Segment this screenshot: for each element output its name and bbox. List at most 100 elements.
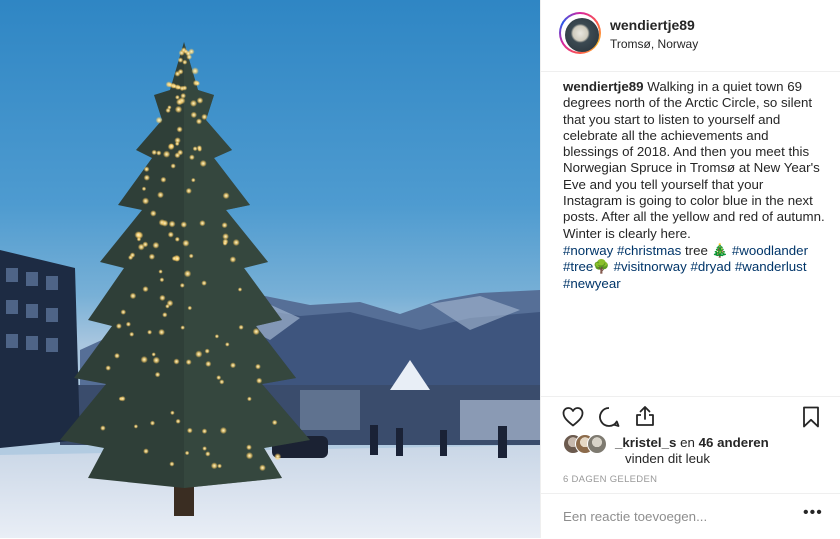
- fairy-light: [149, 420, 156, 426]
- fairy-light: [221, 222, 228, 229]
- fairy-light: [100, 425, 106, 431]
- fairy-light: [217, 463, 223, 469]
- fairy-light: [232, 238, 240, 247]
- post-side-panel: wendiertje89 Tromsø, Norway wendiertje89…: [540, 0, 840, 538]
- caption-username[interactable]: wendiertje89: [563, 79, 644, 94]
- fairy-light: [229, 256, 237, 263]
- fairy-light: [195, 350, 203, 358]
- avatar[interactable]: [559, 12, 601, 54]
- fairy-light: [143, 448, 149, 455]
- fairy-light: [159, 294, 166, 302]
- post-actions: _kristel_s en 46 anderen vinden dit leuk…: [541, 396, 840, 538]
- instagram-post: wendiertje89 Tromsø, Norway wendiertje89…: [0, 0, 840, 538]
- fairy-light: [165, 304, 170, 309]
- hashtag-link[interactable]: #christmas: [617, 243, 681, 258]
- first-liker-link[interactable]: _kristel_s: [615, 435, 676, 450]
- share-icon[interactable]: [633, 404, 657, 433]
- fairy-light: [188, 253, 194, 259]
- fairy-light: [134, 231, 142, 239]
- fairy-light: [246, 444, 252, 451]
- hashtag-link[interactable]: #wanderlust: [735, 259, 807, 274]
- fairy-light: [201, 280, 207, 286]
- fairy-light: [115, 323, 122, 330]
- fairy-light: [237, 287, 243, 292]
- fairy-light: [187, 305, 193, 311]
- fairy-light: [158, 269, 163, 274]
- fairy-light: [204, 348, 210, 354]
- fairy-light: [173, 358, 180, 365]
- author-username[interactable]: wendiertje89: [610, 17, 695, 33]
- likes-text: _kristel_s en 46 anderen: [615, 435, 769, 451]
- fairy-light: [140, 355, 148, 364]
- fairy-light: [219, 426, 227, 435]
- comment-bubble-icon[interactable]: [597, 405, 621, 434]
- hashtag-link[interactable]: #norway: [563, 243, 613, 258]
- fairy-light: [183, 270, 192, 278]
- fairy-light: [129, 252, 136, 258]
- fairy-light: [133, 424, 139, 429]
- fairy-light: [154, 371, 161, 378]
- fairy-light: [174, 105, 183, 114]
- fairy-light: [168, 220, 176, 228]
- christmas-tree-photo: [0, 42, 540, 538]
- fairy-light: [152, 241, 160, 249]
- fairy-light: [238, 324, 244, 330]
- bookmark-icon[interactable]: [799, 405, 823, 434]
- fairy-light: [225, 342, 230, 347]
- fairy-light: [151, 149, 157, 156]
- fairy-light: [201, 113, 208, 121]
- fairy-light: [191, 67, 199, 75]
- post-photo[interactable]: [0, 0, 540, 538]
- fairy-light: [168, 143, 175, 149]
- fairy-light: [188, 48, 195, 55]
- fairy-light: [230, 362, 236, 369]
- fairy-light: [179, 282, 185, 288]
- fairy-light: [167, 231, 174, 238]
- hashtag-link[interactable]: #tree: [563, 259, 593, 274]
- fairy-light: [147, 329, 153, 335]
- fairy-light: [210, 462, 218, 470]
- fairy-light: [252, 328, 260, 336]
- hashtag-link[interactable]: #newyear: [563, 276, 621, 291]
- hashtag-link[interactable]: #visitnorway: [614, 259, 687, 274]
- fairy-light: [182, 59, 188, 65]
- liker-avatar[interactable]: [587, 434, 607, 454]
- other-likers-link[interactable]: 46 anderen: [699, 435, 769, 450]
- fairy-light: [155, 116, 163, 124]
- fairy-light: [125, 321, 131, 327]
- fairy-light: [157, 191, 164, 199]
- heart-icon[interactable]: [561, 405, 585, 434]
- fairy-light: [159, 277, 165, 283]
- fairy-light: [174, 152, 181, 159]
- caption-text: Walking in a quiet town 69 degrees north…: [563, 79, 825, 241]
- post-timestamp[interactable]: 6 DAGEN GELEDEN: [563, 474, 657, 485]
- fairy-light: [199, 159, 207, 168]
- fairy-light: [143, 166, 150, 173]
- fairy-light: [176, 126, 183, 133]
- fairy-light: [143, 174, 150, 181]
- fairy-light: [205, 360, 212, 367]
- fairy-light: [259, 464, 266, 472]
- fairy-light: [174, 141, 180, 147]
- fairy-light: [162, 312, 168, 318]
- post-location[interactable]: Tromsø, Norway: [610, 37, 698, 51]
- fairy-light: [202, 446, 208, 451]
- fairy-light: [129, 292, 137, 300]
- hashtags: #norway #christmas tree 🎄 #woodlander #t…: [563, 243, 825, 292]
- fairy-light: [216, 375, 222, 381]
- fairy-light: [152, 356, 160, 364]
- hashtag-link[interactable]: #dryad: [690, 259, 731, 274]
- comment-input[interactable]: [563, 506, 783, 526]
- more-options-icon[interactable]: •••: [803, 504, 823, 522]
- likes-connector: en: [680, 435, 695, 450]
- fairy-light: [169, 461, 175, 467]
- fairy-light: [222, 192, 230, 200]
- fairy-light: [120, 309, 127, 315]
- fairy-light: [129, 331, 135, 337]
- hashtag-link[interactable]: #woodlander: [732, 243, 808, 258]
- fairy-light: [180, 325, 185, 330]
- fairy-light: [184, 450, 190, 456]
- post-caption: wendiertje89 Walking in a quiet town 69 …: [563, 79, 825, 292]
- fairy-light: [196, 145, 203, 151]
- fairy-light: [174, 236, 180, 242]
